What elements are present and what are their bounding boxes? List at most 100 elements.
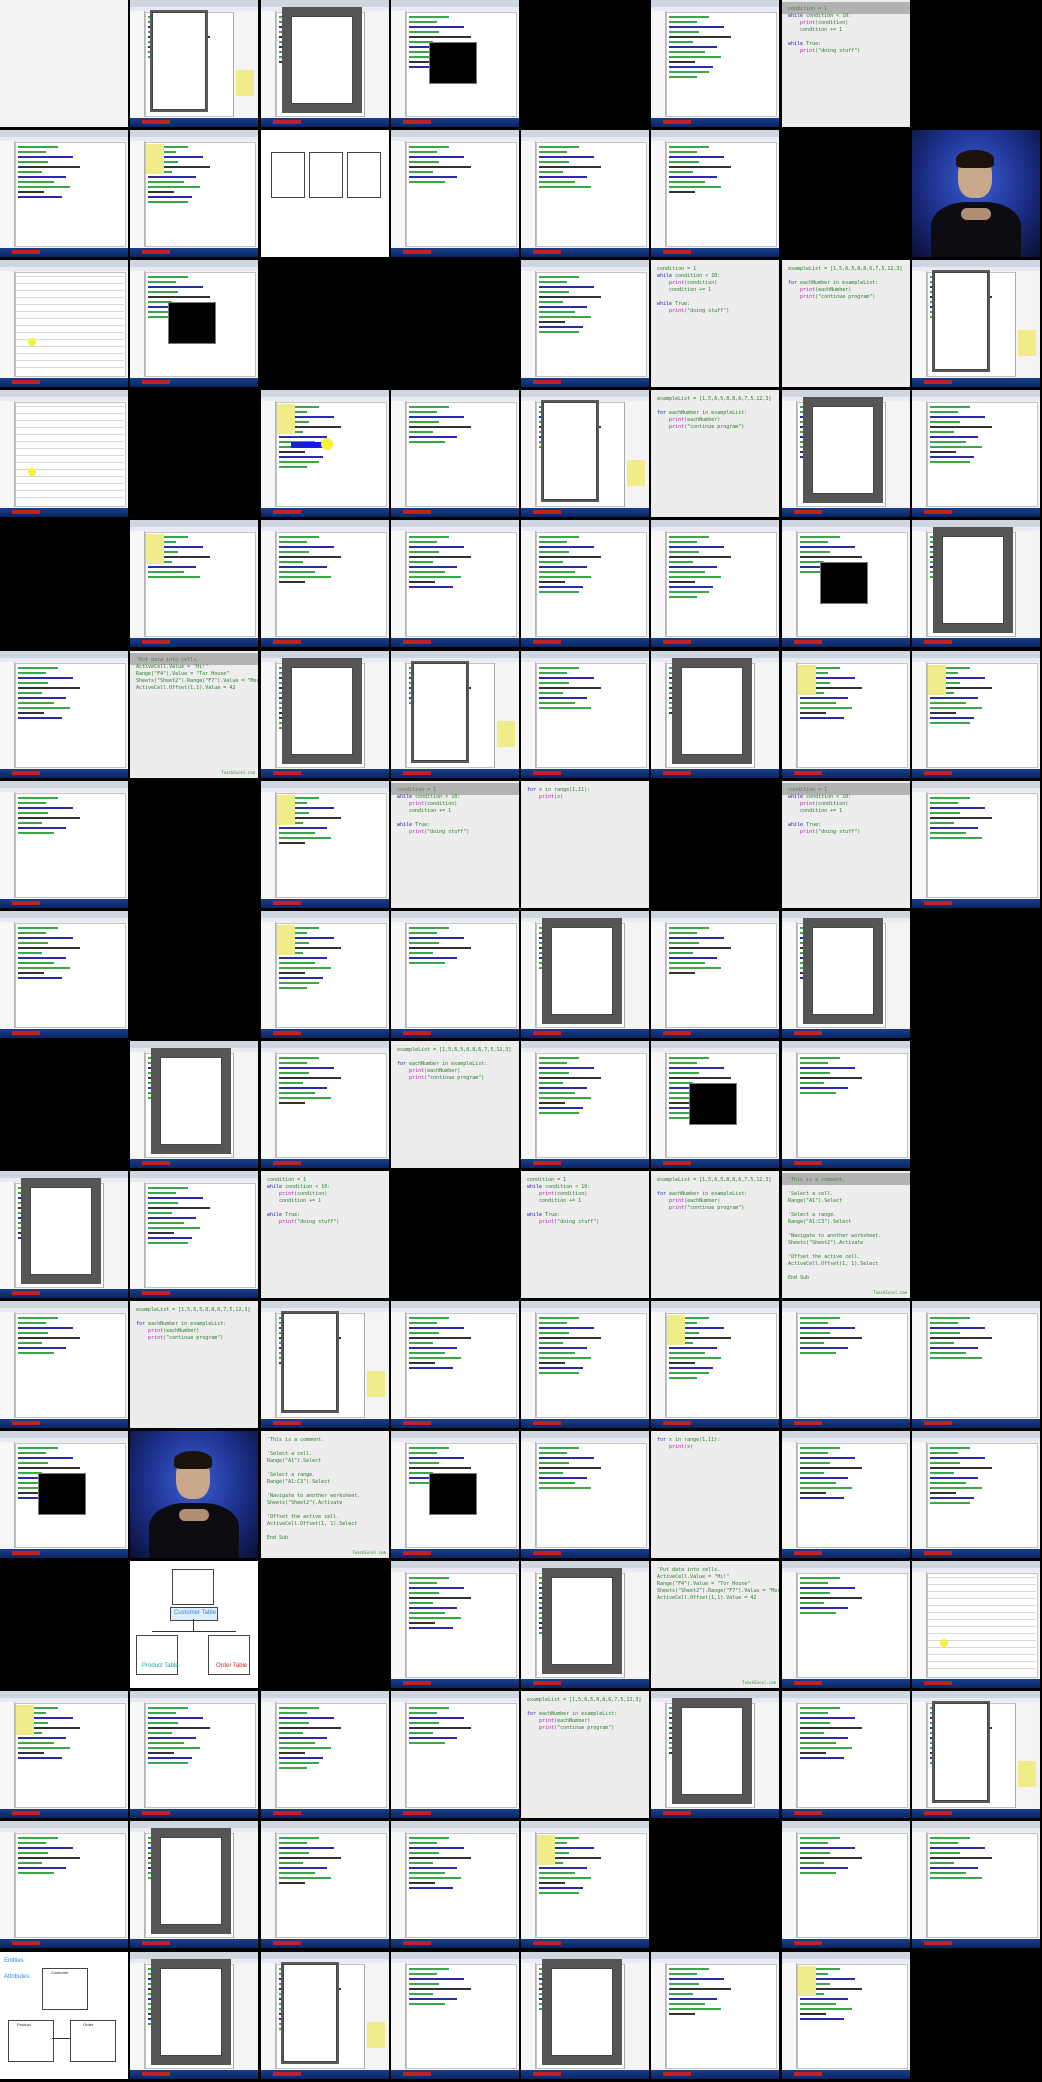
video-frame-thumbnail[interactable]	[912, 651, 1040, 778]
video-frame-thumbnail[interactable]	[521, 130, 649, 257]
video-frame-thumbnail[interactable]	[261, 1821, 389, 1948]
video-frame-thumbnail[interactable]	[782, 1431, 910, 1558]
video-frame-thumbnail[interactable]	[0, 130, 128, 257]
video-frame-thumbnail[interactable]	[130, 1171, 258, 1298]
video-frame-thumbnail[interactable]	[912, 1952, 1040, 2079]
video-frame-thumbnail[interactable]	[782, 1691, 910, 1818]
video-frame-thumbnail[interactable]	[261, 130, 389, 257]
video-frame-thumbnail[interactable]	[391, 390, 519, 517]
video-frame-thumbnail[interactable]	[130, 1041, 258, 1168]
video-frame-thumbnail[interactable]: condition = 1while condition < 10: print…	[651, 260, 779, 387]
video-frame-thumbnail[interactable]	[0, 390, 128, 517]
video-frame-thumbnail[interactable]	[391, 1561, 519, 1688]
video-frame-thumbnail[interactable]	[521, 1041, 649, 1168]
video-frame-thumbnail[interactable]	[391, 1431, 519, 1558]
video-frame-thumbnail[interactable]	[130, 781, 258, 908]
video-frame-thumbnail[interactable]	[912, 911, 1040, 1038]
video-frame-thumbnail[interactable]	[651, 1691, 779, 1818]
video-frame-thumbnail[interactable]	[521, 651, 649, 778]
video-frame-thumbnail[interactable]	[130, 0, 258, 127]
video-frame-thumbnail[interactable]: for x in range(1,11): print(x)	[521, 781, 649, 908]
video-frame-thumbnail[interactable]	[521, 911, 649, 1038]
video-frame-thumbnail[interactable]	[261, 260, 389, 387]
video-frame-thumbnail[interactable]	[651, 520, 779, 647]
video-frame-thumbnail[interactable]	[651, 1821, 779, 1948]
video-frame-thumbnail[interactable]	[261, 1561, 389, 1688]
video-frame-thumbnail[interactable]	[0, 1431, 128, 1558]
video-frame-thumbnail[interactable]	[130, 911, 258, 1038]
video-frame-thumbnail[interactable]	[0, 0, 128, 127]
video-frame-thumbnail[interactable]	[0, 260, 128, 387]
video-frame-thumbnail[interactable]	[912, 1821, 1040, 1948]
video-frame-thumbnail[interactable]	[912, 0, 1040, 127]
video-frame-thumbnail[interactable]	[782, 390, 910, 517]
video-frame-thumbnail[interactable]: exampleList = [1,5,6,5,8,8,6,7,5,12,3] f…	[130, 1301, 258, 1428]
video-frame-thumbnail[interactable]: 'Put data into cells.ActiveCell.Value = …	[130, 651, 258, 778]
video-frame-thumbnail[interactable]	[391, 1171, 519, 1298]
video-frame-thumbnail[interactable]	[391, 911, 519, 1038]
video-frame-thumbnail[interactable]	[912, 520, 1040, 647]
video-frame-thumbnail[interactable]	[0, 1041, 128, 1168]
video-frame-thumbnail[interactable]	[521, 390, 649, 517]
video-frame-thumbnail[interactable]	[912, 260, 1040, 387]
video-frame-thumbnail[interactable]	[521, 1821, 649, 1948]
video-frame-thumbnail[interactable]	[651, 130, 779, 257]
video-frame-thumbnail[interactable]: for x in range(1,11): print(x)	[651, 1431, 779, 1558]
video-frame-thumbnail[interactable]	[782, 520, 910, 647]
video-frame-thumbnail[interactable]	[130, 130, 258, 257]
video-frame-thumbnail[interactable]	[912, 1561, 1040, 1688]
video-frame-thumbnail[interactable]	[391, 651, 519, 778]
video-frame-thumbnail[interactable]	[782, 1561, 910, 1688]
video-frame-thumbnail[interactable]	[521, 1301, 649, 1428]
video-frame-thumbnail[interactable]	[130, 1821, 258, 1948]
video-frame-thumbnail[interactable]: 'This is a comment. 'Select a cell.Range…	[782, 1171, 910, 1298]
video-frame-thumbnail[interactable]	[391, 0, 519, 127]
video-frame-thumbnail[interactable]: 'Put data into cells.ActiveCell.Value = …	[651, 1561, 779, 1688]
video-frame-thumbnail[interactable]: condition = 1while condition < 10: print…	[391, 781, 519, 908]
video-frame-thumbnail[interactable]	[521, 520, 649, 647]
video-frame-thumbnail[interactable]	[912, 1301, 1040, 1428]
video-frame-thumbnail[interactable]	[261, 0, 389, 127]
video-frame-thumbnail[interactable]	[521, 0, 649, 127]
video-frame-thumbnail[interactable]	[261, 651, 389, 778]
video-frame-thumbnail[interactable]: Entities Attributes Customer Product Order	[0, 1952, 128, 2079]
video-frame-thumbnail[interactable]	[782, 651, 910, 778]
video-frame-thumbnail[interactable]: condition = 1while condition < 10: print…	[521, 1171, 649, 1298]
video-frame-thumbnail[interactable]	[782, 1821, 910, 1948]
video-frame-thumbnail[interactable]	[130, 260, 258, 387]
video-frame-thumbnail[interactable]	[651, 1301, 779, 1428]
video-frame-thumbnail[interactable]	[261, 911, 389, 1038]
video-frame-thumbnail[interactable]	[0, 1171, 128, 1298]
video-frame-thumbnail[interactable]: condition = 1while condition < 10: print…	[782, 0, 910, 127]
video-frame-thumbnail[interactable]	[130, 1431, 258, 1558]
video-frame-thumbnail[interactable]	[261, 1301, 389, 1428]
video-frame-thumbnail[interactable]	[912, 130, 1040, 257]
video-frame-thumbnail[interactable]	[912, 1041, 1040, 1168]
video-frame-thumbnail[interactable]: exampleList = [1,5,6,5,8,8,6,7,5,12,3] f…	[782, 260, 910, 387]
video-frame-thumbnail[interactable]	[521, 1952, 649, 2079]
video-frame-thumbnail[interactable]	[391, 1691, 519, 1818]
video-frame-thumbnail[interactable]	[912, 1691, 1040, 1818]
video-frame-thumbnail[interactable]	[521, 1561, 649, 1688]
video-frame-thumbnail[interactable]	[391, 1952, 519, 2079]
video-frame-thumbnail[interactable]	[0, 651, 128, 778]
video-frame-thumbnail[interactable]	[0, 1821, 128, 1948]
video-frame-thumbnail[interactable]	[521, 1431, 649, 1558]
video-frame-thumbnail[interactable]	[0, 520, 128, 647]
video-frame-thumbnail[interactable]: condition = 1while condition < 10: print…	[261, 1171, 389, 1298]
video-frame-thumbnail[interactable]	[912, 1431, 1040, 1558]
video-frame-thumbnail[interactable]	[391, 1301, 519, 1428]
video-frame-thumbnail[interactable]	[782, 1952, 910, 2079]
video-frame-thumbnail[interactable]	[130, 520, 258, 647]
video-frame-thumbnail[interactable]	[0, 911, 128, 1038]
video-frame-thumbnail[interactable]: Customer Table Product Table Order Table	[130, 1561, 258, 1688]
video-frame-thumbnail[interactable]	[651, 1041, 779, 1168]
video-frame-thumbnail[interactable]	[130, 1691, 258, 1818]
video-frame-thumbnail[interactable]	[261, 1691, 389, 1818]
video-frame-thumbnail[interactable]	[0, 1691, 128, 1818]
video-frame-thumbnail[interactable]: 'This is a comment. 'Select a cell.Range…	[261, 1431, 389, 1558]
video-frame-thumbnail[interactable]	[912, 390, 1040, 517]
video-frame-thumbnail[interactable]	[0, 1301, 128, 1428]
video-frame-thumbnail[interactable]	[0, 1561, 128, 1688]
video-frame-thumbnail[interactable]	[782, 1041, 910, 1168]
